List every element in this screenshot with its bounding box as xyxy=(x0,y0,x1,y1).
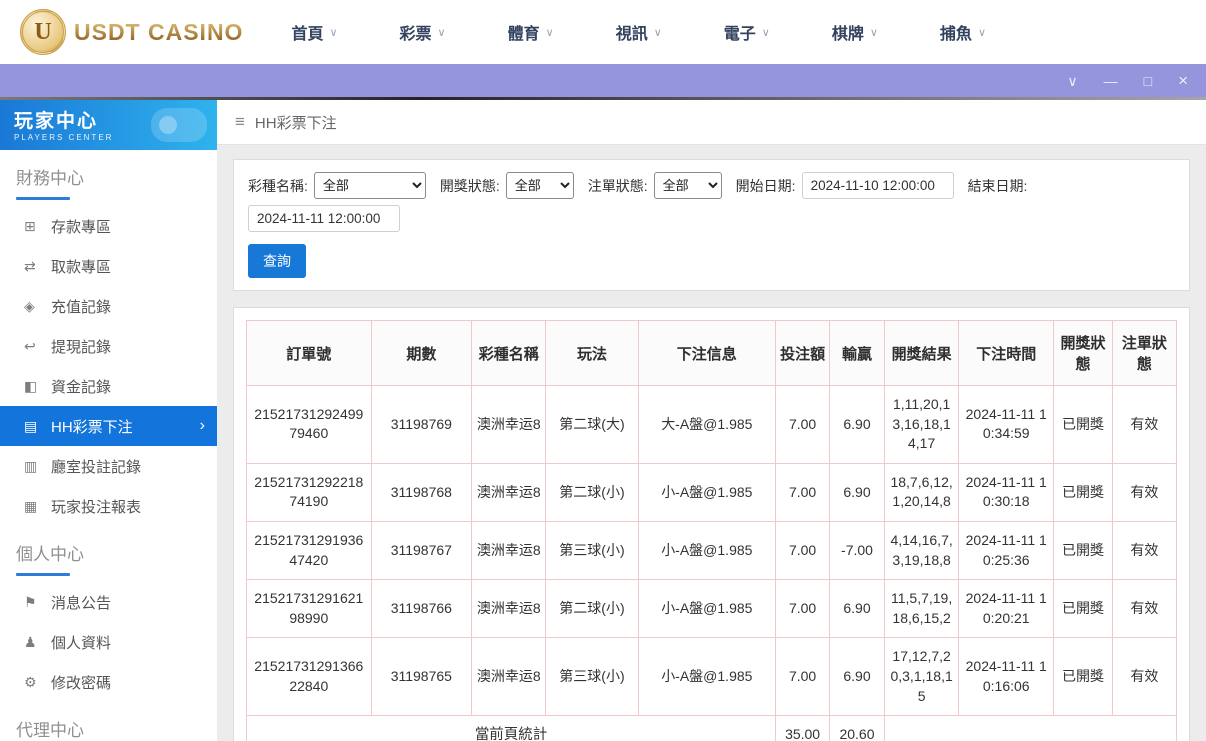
sidebar-item-room-bet-record[interactable]: ▥ 廳室投註記錄 xyxy=(0,446,217,486)
summary-row-page: 當前頁統計 35.00 20.60 xyxy=(245,715,1178,741)
nav-item-video[interactable]: 視訊 ∨ xyxy=(616,20,662,44)
start-date-label: 開始日期: xyxy=(735,177,796,194)
withdraw-icon: ⇄ xyxy=(24,257,36,274)
col-order-id: 訂單號 xyxy=(246,320,372,386)
search-button[interactable]: 查詢 xyxy=(248,244,306,278)
nav-item-home[interactable]: 首頁 ∨ xyxy=(291,20,337,44)
chevron-down-icon: ∨ xyxy=(329,26,338,39)
section-underline xyxy=(16,573,70,576)
person-icon: ♟ xyxy=(24,633,37,650)
room-bet-record-icon: ▥ xyxy=(24,457,38,474)
window-minimize-icon[interactable]: — xyxy=(1104,74,1118,88)
table-row: 2152173129162198990 31198766 澳洲幸运8 第二球(小… xyxy=(246,579,1178,639)
col-draw-status: 開獎狀態 xyxy=(1053,320,1113,386)
chevron-down-icon: ∨ xyxy=(977,26,986,39)
col-play-type: 玩法 xyxy=(545,320,639,386)
sidebar-item-recharge-record[interactable]: ◈ 充值記錄 xyxy=(0,286,217,326)
section-underline xyxy=(16,197,70,200)
col-period: 期數 xyxy=(370,320,473,386)
window-maximize-icon[interactable]: □ xyxy=(1144,74,1152,88)
page-title: HH彩票下注 xyxy=(254,114,337,132)
sidebar-item-announcements[interactable]: ⚑ 消息公告 xyxy=(0,582,217,622)
chevron-down-icon: ∨ xyxy=(653,26,662,39)
top-bar: U USDT CASINO 首頁 ∨ 彩票 ∨ 體育 ∨ 視訊 ∨ 電子 ∨ 棋… xyxy=(0,0,1206,64)
top-nav: 首頁 ∨ 彩票 ∨ 體育 ∨ 視訊 ∨ 電子 ∨ 棋牌 ∨ 捕魚 ∨ xyxy=(291,20,986,44)
end-date-label: 結束日期: xyxy=(967,177,1028,194)
bell-icon: ⚑ xyxy=(24,593,37,610)
col-order-status: 注單狀態 xyxy=(1111,320,1178,386)
table-row: 2152173129136622840 31198765 澳洲幸运8 第三球(小… xyxy=(246,637,1178,717)
nav-item-fishing[interactable]: 捕魚 ∨ xyxy=(940,20,986,44)
chevron-down-icon: ∨ xyxy=(545,26,554,39)
chevron-down-icon: ∨ xyxy=(869,26,878,39)
sidebar-item-funds-record[interactable]: ◧ 資金記錄 xyxy=(0,366,217,406)
page-summary-winloss: 20.60 xyxy=(829,715,885,741)
chevron-right-icon: › xyxy=(199,417,205,434)
order-status-select[interactable]: 全部 xyxy=(653,172,722,199)
lottery-name-select[interactable]: 全部 xyxy=(313,172,426,199)
section-finance-center[interactable]: 財務中心 xyxy=(0,150,217,206)
sidebar-item-hh-lottery-bets[interactable]: ▤ HH彩票下注 › xyxy=(0,406,217,446)
table-header-row: 訂單號 期數 彩種名稱 玩法 下注信息 投注額 輸贏 開獎結果 下注時間 開獎狀… xyxy=(246,320,1178,386)
col-bet-time: 下注時間 xyxy=(958,320,1055,386)
sidebar-item-change-password[interactable]: ⚙ 修改密碼 xyxy=(0,662,217,702)
sidebar-item-withdrawal-record[interactable]: ↩ 提現記錄 xyxy=(0,326,217,366)
logo-text: USDT CASINO xyxy=(74,18,244,45)
nav-item-sports[interactable]: 體育 ∨ xyxy=(508,20,554,44)
table-row: 2152173129249979460 31198769 澳洲幸运8 第二球(大… xyxy=(246,385,1178,464)
gear-icon: ⚙ xyxy=(24,673,37,690)
nav-item-electronic[interactable]: 電子 ∨ xyxy=(724,20,770,44)
bets-table-panel: 訂單號 期數 彩種名稱 玩法 下注信息 投注額 輸贏 開獎結果 下注時間 開獎狀… xyxy=(233,307,1190,741)
page-summary-amount: 35.00 xyxy=(775,715,831,741)
table-row: 2152173129193647420 31198767 澳洲幸运8 第三球(小… xyxy=(246,520,1178,581)
sidebar-item-deposit[interactable]: ⊞ 存款專區 xyxy=(0,206,217,246)
draw-status-label: 開獎狀態: xyxy=(439,177,500,194)
col-lottery-name: 彩種名稱 xyxy=(471,320,547,386)
players-center-header: 玩家中心 PLAYERS CENTER xyxy=(0,100,217,150)
hamburger-icon[interactable]: ≡ xyxy=(235,112,245,132)
sidebar-item-player-bet-report[interactable]: ▦ 玩家投注報表 xyxy=(0,486,217,526)
nav-item-chess[interactable]: 棋牌 ∨ xyxy=(832,20,878,44)
site-logo[interactable]: U USDT CASINO xyxy=(20,9,243,55)
nav-item-lottery[interactable]: 彩票 ∨ xyxy=(400,20,446,44)
withdrawal-record-icon: ↩ xyxy=(24,337,36,354)
col-draw-result: 開獎結果 xyxy=(883,320,960,386)
page-summary-label: 當前頁統計 xyxy=(245,715,777,741)
filter-panel: 彩種名稱: 全部 開獎狀態: 全部 注單狀態: 全部 開始日期: 結束日期: xyxy=(233,159,1190,291)
deposit-icon: ⊞ xyxy=(24,217,36,234)
window-title-bar: ∨ — □ × xyxy=(0,64,1206,97)
order-status-label: 注單狀態: xyxy=(587,177,648,194)
section-personal-center[interactable]: 個人中心 xyxy=(0,526,217,582)
draw-status-select[interactable]: 全部 xyxy=(505,172,574,199)
table-row: 2152173129221874190 31198768 澳洲幸运8 第二球(小… xyxy=(246,462,1178,522)
breadcrumb: ≡ HH彩票下注 xyxy=(217,100,1206,145)
section-agent-center[interactable]: 代理中心 xyxy=(0,702,217,741)
chevron-down-icon: ∨ xyxy=(437,26,446,39)
recharge-icon: ◈ xyxy=(24,297,35,314)
col-bet-info: 下注信息 xyxy=(637,320,777,386)
window-close-icon[interactable]: × xyxy=(1178,72,1188,89)
end-date-input[interactable] xyxy=(248,205,400,232)
main-content: ≡ HH彩票下注 彩種名稱: 全部 開獎狀態: 全部 注單狀態: 全部 開始日期… xyxy=(217,100,1206,741)
col-win-loss: 輸贏 xyxy=(829,320,885,386)
col-bet-amount: 投注額 xyxy=(775,320,831,386)
window-chevron-icon[interactable]: ∨ xyxy=(1067,74,1077,88)
logo-emblem-icon: U xyxy=(20,9,66,55)
lottery-name-label: 彩種名稱: xyxy=(248,177,308,194)
sidebar-item-withdraw[interactable]: ⇄ 取款專區 xyxy=(0,246,217,286)
bets-table: 訂單號 期數 彩種名稱 玩法 下注信息 投注額 輸贏 開獎結果 下注時間 開獎狀… xyxy=(245,320,1178,741)
funds-record-icon: ◧ xyxy=(24,377,38,394)
bet-report-icon: ▦ xyxy=(24,497,38,514)
sidebar-subtitle: PLAYERS CENTER xyxy=(14,133,114,142)
sidebar: 玩家中心 PLAYERS CENTER 財務中心 ⊞ 存款專區 ⇄ 取款專區 ◈… xyxy=(0,100,217,741)
chevron-down-icon: ∨ xyxy=(761,26,770,39)
start-date-input[interactable] xyxy=(801,172,954,199)
lottery-bets-icon: ▤ xyxy=(24,417,38,434)
sidebar-item-profile[interactable]: ♟ 個人資料 xyxy=(0,622,217,662)
